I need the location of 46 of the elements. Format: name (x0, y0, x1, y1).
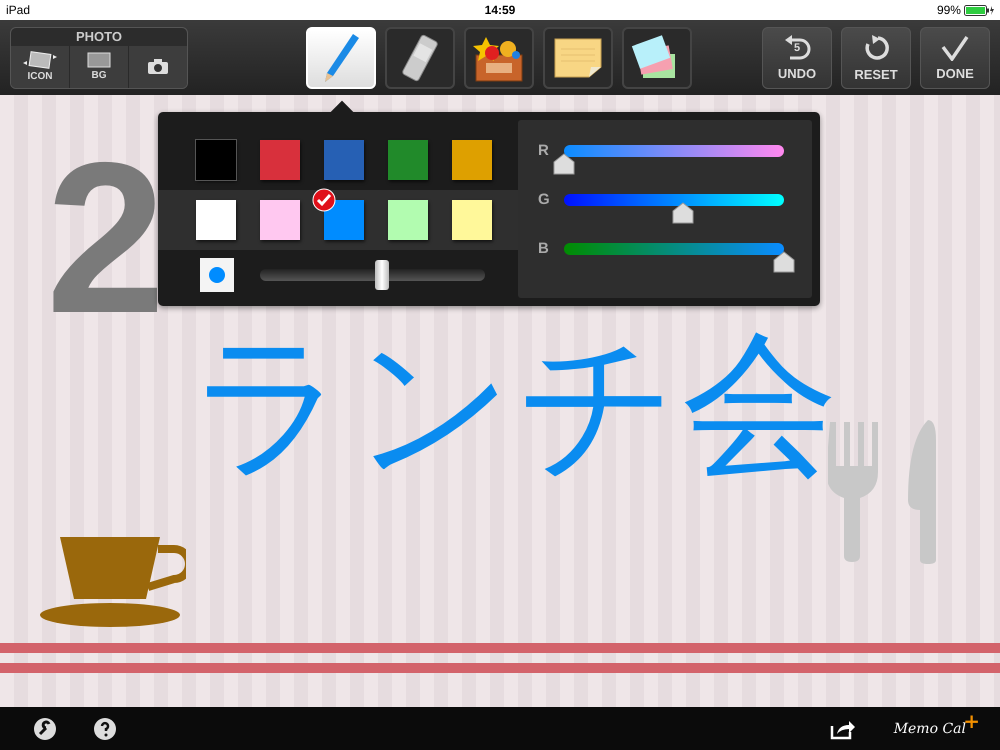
rotate-picture-icon (21, 51, 59, 69)
wrench-icon[interactable] (34, 718, 56, 740)
undo-count: 5 (794, 42, 800, 54)
slider-thumb[interactable] (773, 251, 795, 273)
device-name: iPad (6, 3, 32, 17)
camera-icon (147, 58, 169, 74)
color-swatch[interactable] (196, 140, 236, 180)
color-swatch[interactable] (324, 140, 364, 180)
slider-thumb[interactable] (672, 202, 694, 224)
checkmark-icon (312, 188, 336, 212)
color-swatch[interactable] (388, 200, 428, 240)
clock: 14:59 (484, 3, 516, 17)
help-icon[interactable] (94, 718, 116, 740)
reset-button[interactable]: RESET (841, 26, 911, 88)
color-swatch[interactable] (388, 140, 428, 180)
date-number: 2 (46, 130, 166, 345)
color-swatch[interactable] (196, 200, 236, 240)
color-swatch[interactable] (452, 200, 492, 240)
drawing-canvas[interactable]: 2 R G B ランチ会 (0, 95, 1000, 707)
photo-button[interactable]: ICON (11, 46, 70, 88)
photo-title: PHOTO (75, 28, 123, 46)
undo-button[interactable]: 5 UNDO (762, 26, 832, 88)
channel-label: G (538, 191, 551, 208)
tool-button[interactable] (543, 26, 613, 88)
slider-thumb[interactable] (374, 260, 388, 290)
color-swatch[interactable] (324, 200, 364, 240)
done-button[interactable]: DONE (920, 26, 990, 88)
color-swatch[interactable] (260, 200, 300, 240)
photo-button[interactable]: BG (70, 46, 129, 88)
channel-label: B (538, 240, 550, 257)
camera-button[interactable] (129, 46, 187, 88)
pen-preview (200, 258, 234, 292)
coffee-cup-icon (40, 535, 186, 629)
color-swatch[interactable] (452, 140, 492, 180)
tool-button[interactable] (622, 26, 692, 88)
battery-icon (964, 4, 994, 16)
channel-label: R (538, 142, 550, 159)
tool-button[interactable] (385, 26, 455, 88)
checkmark-icon (941, 34, 969, 60)
tool-button[interactable] (464, 26, 534, 88)
color-swatch[interactable] (260, 140, 300, 180)
slider-thumb[interactable] (553, 153, 575, 175)
sticky-note-icon (553, 36, 603, 78)
picture-frame-icon (87, 52, 111, 68)
handwritten-text: ランチ会 (190, 327, 842, 483)
battery-percent: 99% (936, 3, 961, 17)
